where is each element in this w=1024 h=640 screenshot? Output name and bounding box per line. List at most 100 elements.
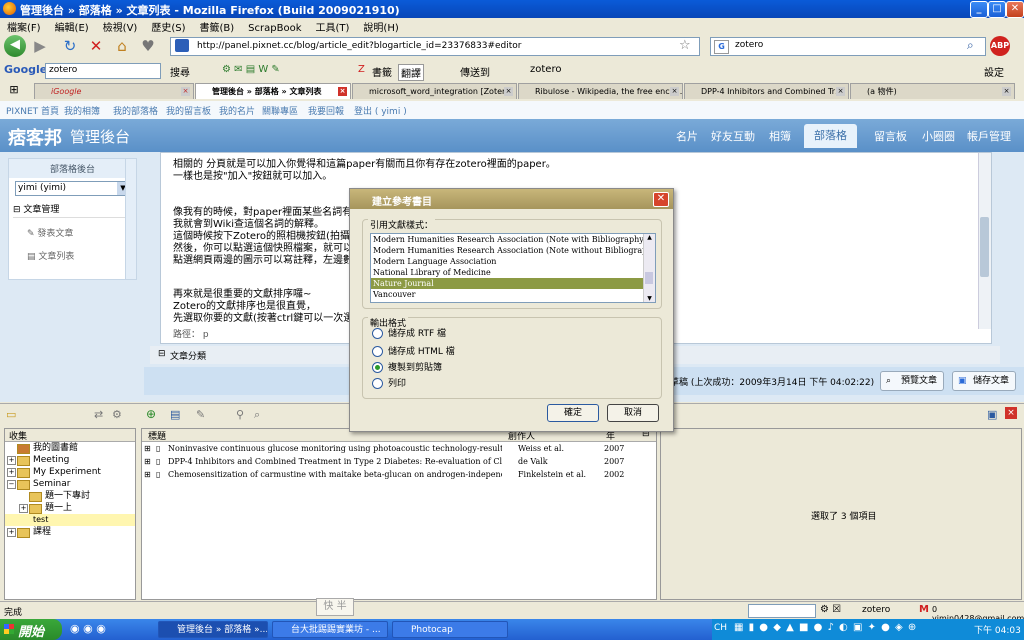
send-to-button[interactable]: 傳送到	[460, 64, 490, 79]
scroll-thumb[interactable]	[645, 272, 653, 284]
reload-icon[interactable]: ↻	[60, 36, 80, 56]
sync-icon[interactable]: ⇄	[94, 408, 103, 421]
collection-seminar[interactable]: − Seminar	[5, 478, 135, 490]
adblock-icon[interactable]: ABP	[990, 36, 1010, 56]
collection-test[interactable]: test	[5, 514, 135, 526]
google-toolbar-input[interactable]: zotero	[45, 63, 161, 79]
new-note-icon[interactable]: ✎	[196, 408, 205, 421]
link-pixnet-home[interactable]: PIXNET 首頁	[6, 104, 59, 117]
minimize-button[interactable]: _	[970, 1, 988, 18]
nav-guestbook[interactable]: 留言板	[874, 128, 907, 144]
expand-icon[interactable]: ⊞	[144, 468, 151, 481]
zotero-toolbar-item[interactable]: zotero	[530, 64, 561, 75]
radio-icon[interactable]	[372, 346, 383, 357]
google-search-engine-icon[interactable]: G	[714, 40, 729, 54]
nav-circle[interactable]: 小圈圈	[922, 128, 955, 144]
style-option[interactable]: Modern Humanities Research Association (…	[371, 234, 655, 245]
tab-admin[interactable]: 管理後台 » 部落格 » 文章列表 ×	[195, 83, 351, 99]
expand-icon[interactable]: +	[7, 528, 16, 537]
expand-icon[interactable]: ⊞	[144, 455, 151, 468]
tab-dpp4[interactable]: DPP-4 Inhibitors and Combined Tr… ×	[684, 83, 849, 99]
search-bar[interactable]: G zotero ⌕	[710, 37, 986, 56]
expand-icon[interactable]: +	[19, 504, 28, 513]
column-title[interactable]: 標題	[148, 429, 166, 442]
tray-icons[interactable]: ▦ ▮ ● ◆ ▲ ■ ● ♪ ◐ ▣ ✦ ● ◈ ⊕	[734, 622, 917, 633]
style-option[interactable]: Modern Humanities Research Association (…	[371, 245, 655, 256]
tab-close-icon[interactable]: ×	[1002, 87, 1011, 96]
new-tab-icon[interactable]: ⊞	[4, 82, 24, 98]
search-icon[interactable]: ⌕	[967, 38, 974, 53]
radio-checked-icon[interactable]	[372, 362, 383, 373]
nav-card[interactable]: 名片	[676, 128, 698, 144]
tab-zotero-wiki[interactable]: microsoft_word_integration [Zoter… ×	[352, 83, 517, 99]
tab-close-icon[interactable]: ×	[338, 87, 347, 96]
tab-close-icon[interactable]: ×	[670, 87, 679, 96]
collection-sub-1[interactable]: 題一下專討	[5, 490, 135, 502]
style-option[interactable]: National Library of Medicine	[371, 267, 655, 278]
language-indicator[interactable]: CH	[714, 623, 727, 633]
status-input[interactable]	[748, 604, 816, 618]
editor-scrollbar[interactable]	[978, 153, 991, 329]
user-select[interactable]: yimi (yimi) ▼	[15, 181, 130, 196]
expand-icon[interactable]: ⊞	[144, 442, 151, 455]
tab-igoogle[interactable]: iGoogle ×	[34, 83, 194, 99]
expand-icon[interactable]: +	[7, 456, 16, 465]
bookmark-icon[interactable]: ♥	[138, 36, 158, 56]
task-photocap[interactable]: Photocap	[392, 621, 508, 638]
style-list[interactable]: Modern Humanities Research Association (…	[370, 233, 656, 303]
ime-indicator[interactable]: 快 半	[316, 598, 354, 616]
tab-close-icon[interactable]: ×	[836, 87, 845, 96]
forward-button[interactable]: ▶	[30, 36, 50, 56]
output-print-radio[interactable]: 列印	[372, 377, 406, 391]
link-related[interactable]: 關聯專區	[262, 104, 298, 117]
star-icon[interactable]: ☆	[679, 38, 691, 53]
item-row[interactable]: ⊞ ▯ DPP-4 Inhibitors and Combined Treatmen…	[142, 455, 656, 468]
zotero-z-icon[interactable]: Z	[358, 64, 365, 75]
nav-account[interactable]: 帳戶管理	[967, 128, 1011, 144]
tab-object[interactable]: (a 物件) ×	[850, 83, 1015, 99]
scroll-down-icon[interactable]: ▼	[644, 295, 655, 302]
item-row[interactable]: ⊞ ▯ Chemosensitization of carmustine with …	[142, 468, 656, 481]
gear-icon[interactable]: ⚙	[112, 408, 122, 421]
zotero-close-icon[interactable]: ×	[1005, 407, 1017, 419]
pixnet-logo[interactable]: 痞客邦	[8, 124, 62, 150]
link-my-album[interactable]: 我的相簿	[64, 104, 100, 117]
link-logout[interactable]: 登出 ( yimi )	[354, 104, 407, 117]
sidebar-item-new-post[interactable]: ✎ 發表文章	[27, 226, 118, 239]
scroll-up-icon[interactable]: ▲	[644, 234, 655, 241]
bookmarks-button[interactable]: 書籤	[372, 64, 392, 79]
settings-button[interactable]: 設定	[984, 64, 1004, 79]
radio-icon[interactable]	[372, 378, 383, 389]
stop-icon[interactable]: ✕	[86, 36, 106, 56]
dialog-close-icon[interactable]: ✕	[653, 192, 669, 207]
radio-icon[interactable]	[372, 328, 383, 339]
expand-icon[interactable]: +	[7, 468, 16, 477]
attach-icon[interactable]: ⚲	[236, 408, 244, 421]
collection-sub-2[interactable]: + 題一上	[5, 502, 135, 514]
url-bar[interactable]: http://panel.pixnet.cc/blog/article_edit…	[170, 37, 700, 56]
home-icon[interactable]: ⌂	[112, 36, 132, 56]
item-row[interactable]: ⊞ ▯ Noninvasive continuous glucose monitor…	[142, 442, 656, 455]
output-rtf-radio[interactable]: 儲存成 RTF 檔	[372, 327, 446, 341]
style-option[interactable]: Vancouver	[371, 289, 655, 300]
cancel-button[interactable]: 取消	[607, 404, 659, 422]
back-button[interactable]: ◀	[4, 35, 26, 57]
fullscreen-icon[interactable]: ▣	[987, 408, 997, 421]
save-article-button[interactable]: ▣ 儲存文章	[952, 371, 1017, 391]
link-my-guestbook[interactable]: 我的留言板	[166, 104, 211, 117]
output-clipboard-radio[interactable]: 複製到剪貼簿	[372, 361, 442, 375]
google-search-button[interactable]: 搜尋	[170, 64, 190, 79]
status-icons[interactable]: ⚙ ☒	[820, 604, 841, 615]
start-button[interactable]: 開始	[0, 619, 62, 640]
output-html-radio[interactable]: 儲存成 HTML 檔	[372, 345, 455, 359]
style-option-selected[interactable]: Nature Journal	[371, 278, 655, 289]
add-item-icon[interactable]: ⊕	[146, 407, 156, 421]
tab-close-icon[interactable]: ×	[504, 87, 513, 96]
close-window-button[interactable]: ✕	[1006, 1, 1024, 18]
maximize-button[interactable]: □	[988, 1, 1006, 18]
search-icon[interactable]: ⌕	[254, 408, 260, 422]
gmail-icon[interactable]: M	[919, 604, 929, 615]
ok-button[interactable]: 確定	[547, 404, 599, 422]
add-by-id-icon[interactable]: ▤	[170, 408, 180, 421]
quicklaunch-icons[interactable]: ◉ ◉ ◉	[70, 622, 106, 635]
